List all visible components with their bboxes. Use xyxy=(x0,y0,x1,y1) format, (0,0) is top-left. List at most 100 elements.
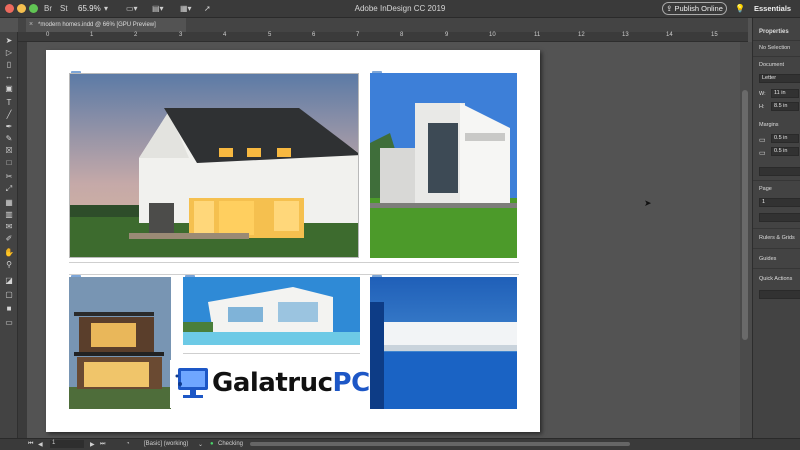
rulers-grids-heading: Rulers & Grids xyxy=(759,235,795,241)
ruler-tick: 7 xyxy=(356,32,360,38)
margin-bottom-value: 0.5 in xyxy=(774,148,788,154)
blue-pool-house-photo[interactable] xyxy=(370,277,517,409)
page-number-value: 1 xyxy=(52,440,56,446)
properties-title[interactable]: Properties xyxy=(759,29,789,35)
divider xyxy=(753,268,800,269)
last-page-icon[interactable]: ⏭ xyxy=(100,441,105,448)
white-modern-house-photo[interactable] xyxy=(370,73,517,258)
quick-actions-heading: Quick Actions xyxy=(759,276,793,282)
ruler-tick: 8 xyxy=(400,32,404,38)
rectangle-tool-icon[interactable]: □ xyxy=(3,158,15,167)
ruler-tick: 13 xyxy=(622,32,629,38)
formatting-affects-icon[interactable]: ▢ xyxy=(3,290,15,299)
watermark-text: GalatrucPC xyxy=(212,368,370,398)
guide-line[interactable] xyxy=(69,274,519,275)
margin-top-icon: ▭ xyxy=(759,137,766,144)
adjust-layout-button[interactable] xyxy=(759,167,800,176)
guide-line[interactable] xyxy=(69,262,519,263)
content-collector-icon[interactable]: ▣ xyxy=(3,84,15,93)
galatrucpc-watermark-logo: GalatrucPC xyxy=(170,360,370,408)
gap-tool-icon[interactable]: ↔ xyxy=(3,72,15,81)
horizontal-ruler[interactable]: 0 1 2 3 4 5 6 7 8 9 10 11 12 13 14 15 xyxy=(18,32,748,42)
white-villa-pool-photo[interactable] xyxy=(183,277,360,345)
page-heading: Page xyxy=(759,186,772,192)
computer-logo-icon xyxy=(175,368,208,398)
screen-mode-tool-icon[interactable]: ▭ xyxy=(3,318,15,327)
gradient-feather-tool-icon[interactable]: ▥ xyxy=(3,210,15,219)
divider xyxy=(753,248,800,249)
height-field[interactable]: 8.5 in xyxy=(771,102,799,111)
apply-color-icon[interactable]: ■ xyxy=(3,304,15,313)
first-page-icon[interactable]: ⏮ xyxy=(28,441,33,448)
pencil-tool-icon[interactable]: ✎ xyxy=(3,134,15,143)
horizontal-scroll-thumb[interactable] xyxy=(250,442,630,446)
guide-line[interactable] xyxy=(183,353,360,354)
tools-panel: ➤ ▷ ▯ ↔ ▣ T ╱ ✒ ✎ ☒ □ ✂ ⤢ ▦ ▥ ✉ ✐ ✋ ⚲ ◪ … xyxy=(0,32,18,450)
style-status[interactable]: [Basic] (working) xyxy=(144,441,188,447)
ruler-tick: 10 xyxy=(489,32,496,38)
preset-dropdown[interactable]: Letter xyxy=(759,74,800,83)
guides-heading: Guides xyxy=(759,256,777,262)
close-tab-icon[interactable]: × xyxy=(29,18,33,32)
page-number-field[interactable]: 1 xyxy=(50,440,84,448)
margins-heading: Margins xyxy=(759,122,779,128)
height-value: 8.5 in xyxy=(774,103,788,109)
hand-tool-icon[interactable]: ✋ xyxy=(3,248,15,257)
divider xyxy=(753,228,800,229)
width-field[interactable]: 11 in xyxy=(771,89,799,98)
selection-tool-icon[interactable]: ➤ xyxy=(3,36,15,45)
zoom-tool-icon[interactable]: ⚲ xyxy=(3,260,15,269)
properties-panel: Properties No Selection Document Letter … xyxy=(752,18,800,450)
ruler-tick: 2 xyxy=(134,32,138,38)
edit-page-button[interactable] xyxy=(759,213,800,222)
document-heading: Document xyxy=(759,62,785,68)
open-page-icon[interactable]: ◔ xyxy=(126,441,130,447)
ruler-tick: 6 xyxy=(312,32,316,38)
upload-icon: ⇪ xyxy=(666,4,675,13)
document-tab[interactable]: × *modern homes.indd @ 66% [GPU Preview] xyxy=(26,18,186,32)
next-page-icon[interactable]: ▶ xyxy=(90,441,95,448)
note-tool-icon[interactable]: ✉ xyxy=(3,222,15,231)
quick-action-button[interactable] xyxy=(759,290,800,299)
eyedropper-tool-icon[interactable]: ✐ xyxy=(3,234,15,243)
watermark-text-accent: PC xyxy=(332,368,371,398)
scissors-tool-icon[interactable]: ✂ xyxy=(3,172,15,181)
pen-tool-icon[interactable]: ✒ xyxy=(3,122,15,131)
lightbulb-icon[interactable]: 💡 xyxy=(735,4,745,13)
width-label: W: xyxy=(759,91,766,97)
selection-status: No Selection xyxy=(759,45,791,51)
watermark-text-main: Galatruc xyxy=(212,368,333,398)
width-value: 11 in xyxy=(774,90,786,96)
gradient-swatch-tool-icon[interactable]: ▦ xyxy=(3,198,15,207)
style-dropdown-icon[interactable]: ⌄ xyxy=(198,441,203,448)
direct-selection-tool-icon[interactable]: ▷ xyxy=(3,48,15,57)
free-transform-tool-icon[interactable]: ⤢ xyxy=(3,184,15,193)
ruler-tick: 12 xyxy=(578,32,585,38)
preflight-status[interactable]: Checking xyxy=(218,441,243,447)
ruler-tick: 9 xyxy=(445,32,449,38)
margin-top-field[interactable]: 0.5 in xyxy=(771,134,799,143)
line-tool-icon[interactable]: ╱ xyxy=(3,110,15,119)
type-tool-icon[interactable]: T xyxy=(3,98,15,107)
margin-bottom-field[interactable]: 0.5 in xyxy=(771,147,799,156)
house-dusk-photo[interactable] xyxy=(69,73,359,258)
page-tool-icon[interactable]: ▯ xyxy=(3,60,15,69)
wood-house-lit-image xyxy=(69,277,171,409)
ruler-tick: 0 xyxy=(46,32,50,38)
ruler-tick: 5 xyxy=(268,32,272,38)
publish-online-label: Publish Online xyxy=(674,4,723,13)
divider xyxy=(753,180,800,181)
vertical-scroll-thumb[interactable] xyxy=(742,90,748,340)
workspace-switcher[interactable]: Essentials xyxy=(754,4,791,13)
publish-online-button[interactable]: ⇪ Publish Online xyxy=(662,2,727,15)
vertical-ruler[interactable] xyxy=(18,42,27,438)
rectangle-frame-tool-icon[interactable]: ☒ xyxy=(3,146,15,155)
ruler-tick: 15 xyxy=(711,32,718,38)
fill-stroke-swatch-icon[interactable]: ◪ xyxy=(3,276,15,285)
previous-page-icon[interactable]: ◀ xyxy=(38,441,43,448)
wood-house-lit-photo[interactable] xyxy=(69,277,171,409)
page-field[interactable]: 1 xyxy=(759,198,800,207)
mouse-cursor-icon: ➤ xyxy=(644,198,652,208)
divider xyxy=(753,56,800,57)
ruler-tick: 4 xyxy=(223,32,227,38)
